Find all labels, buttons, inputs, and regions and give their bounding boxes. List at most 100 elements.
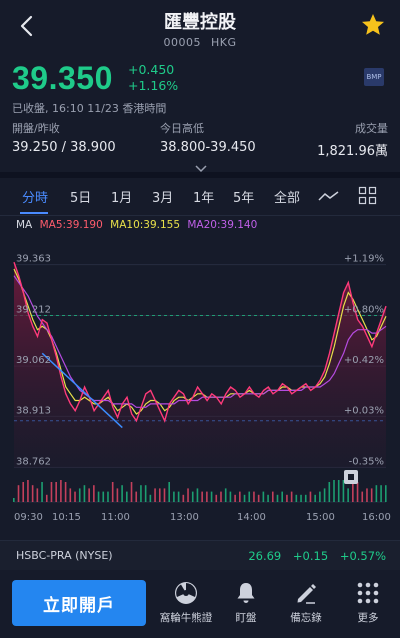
market-status: 已收盤, 16:10 11/23 香港時間 xyxy=(12,102,167,115)
volume-bar xyxy=(224,488,227,502)
stat-label: 成交量 xyxy=(355,122,388,135)
volume-bar xyxy=(361,491,364,502)
ma20-value: MA20:39.140 xyxy=(187,219,258,231)
y-tick-left: 38.762 xyxy=(16,456,51,467)
tab-1m[interactable]: 1月 xyxy=(111,187,132,206)
ma5-value: MA5:39.190 xyxy=(39,219,103,231)
volume-bar xyxy=(304,494,307,502)
volume-bar xyxy=(173,491,175,502)
nav-label: 窩輪牛熊證 xyxy=(159,612,213,624)
y-tick-right: +0.03% xyxy=(344,405,384,416)
volume-bar xyxy=(158,488,161,502)
y-tick-left: 38.913 xyxy=(16,405,51,416)
volume-bar xyxy=(55,482,57,502)
volume-bar xyxy=(107,491,109,502)
tab-5d[interactable]: 5日 xyxy=(70,187,91,206)
line-chart-icon[interactable] xyxy=(318,186,340,206)
volume-bar xyxy=(328,482,331,502)
volume-bar xyxy=(243,494,246,502)
related-ticker[interactable]: HSBC-PRA (NYSE) 26.69 +0.15 +0.57% xyxy=(0,540,400,570)
stat-value: 39.250 / 38.900 xyxy=(12,140,116,155)
chevron-down-icon[interactable] xyxy=(195,158,207,173)
volume-bar xyxy=(149,494,152,502)
stat-label: 開盤/昨收 xyxy=(12,122,60,135)
volume-bar xyxy=(83,485,86,502)
nav-watch[interactable]: 盯盤 xyxy=(216,580,276,625)
volume-bar xyxy=(323,488,326,502)
bmp-badge[interactable]: BMP xyxy=(364,68,384,86)
volume-bar xyxy=(286,494,288,502)
top-bar: 匯豐控股 00005 HKG xyxy=(0,0,400,56)
volume-bar xyxy=(111,482,114,502)
volume-bar xyxy=(375,485,378,502)
stat-label: 今日高低 xyxy=(160,122,204,135)
volume-bar xyxy=(347,488,349,502)
volume-bar xyxy=(126,491,128,502)
x-tick: 11:00 xyxy=(101,512,130,523)
y-tick-left: 39.212 xyxy=(16,305,51,316)
warrant-icon xyxy=(175,582,197,604)
volume-bar xyxy=(319,491,321,502)
nav-more[interactable]: 更多 xyxy=(338,580,398,625)
volume-bar xyxy=(144,485,147,502)
open-account-button[interactable]: 立即開戶 xyxy=(12,580,146,626)
grid-icon[interactable] xyxy=(358,186,380,206)
stat-value: 38.800-39.450 xyxy=(160,140,256,155)
tab-1y[interactable]: 1年 xyxy=(193,187,214,206)
volume-bar xyxy=(220,491,222,502)
y-tick-right: +1.19% xyxy=(344,254,384,265)
intraday-chart[interactable]: 39.363 +1.19% 39.212 +0.80% 39.062 +0.42% 38.9… xyxy=(0,236,400,528)
tab-intraday[interactable]: 分時 xyxy=(22,187,48,206)
volume-bar xyxy=(64,482,67,502)
volume-bar xyxy=(27,480,29,502)
volume-bar xyxy=(276,494,279,502)
volume-bar xyxy=(370,488,373,502)
volume-bar xyxy=(163,488,166,502)
y-tick-left: 39.062 xyxy=(16,355,51,366)
volume-bar xyxy=(290,491,293,502)
volume-bar xyxy=(262,491,265,502)
volume-bar xyxy=(41,482,43,502)
volume-bar xyxy=(215,494,218,502)
volume-bar xyxy=(281,491,284,502)
nav-label: 盯盤 xyxy=(235,612,257,624)
stock-market: HKG xyxy=(210,36,237,49)
volume-bar xyxy=(69,488,72,502)
page-title: 匯豐控股 xyxy=(164,12,236,33)
tab-all[interactable]: 全部 xyxy=(274,187,300,206)
ticker-name: HSBC-PRA (NYSE) xyxy=(16,549,113,562)
y-tick-right: -0.35% xyxy=(349,456,384,467)
volume-bar xyxy=(97,491,100,502)
volume-bar xyxy=(337,480,340,502)
last-price: 39.350 xyxy=(12,60,113,96)
volume-bar xyxy=(229,491,232,502)
x-tick: 15:00 xyxy=(306,512,335,523)
expand-volume-icon-inner xyxy=(348,474,354,480)
nav-memo[interactable]: 備忘錄 xyxy=(276,580,336,625)
change-value: +0.450 xyxy=(128,62,175,77)
nav-warrants[interactable]: 窩輪牛熊證 xyxy=(156,580,216,625)
ticker-price: 26.69 xyxy=(248,549,282,563)
volume-bar xyxy=(248,491,251,502)
volume-bar xyxy=(74,491,76,502)
ticker-change-pct: +0.57% xyxy=(339,549,386,563)
volume-bar xyxy=(300,494,302,502)
volume-bar xyxy=(253,491,255,502)
volume-bar xyxy=(191,491,194,502)
price-area xyxy=(14,262,386,468)
ma-legend: MA MA5:39.190 MA10:39.155 MA20:39.140 xyxy=(16,219,261,231)
y-tick-left: 39.363 xyxy=(16,254,51,265)
grid-dots-icon xyxy=(357,582,379,604)
tab-3m[interactable]: 3月 xyxy=(152,187,173,206)
star-icon[interactable] xyxy=(360,12,386,38)
volume-bar xyxy=(271,491,274,502)
volume-bar xyxy=(60,480,62,502)
tab-5y[interactable]: 5年 xyxy=(233,187,254,206)
stat-open-prev: 開盤/昨收 39.250 / 38.900 xyxy=(12,120,116,155)
volume-bar xyxy=(206,491,208,502)
volume-bar xyxy=(257,494,260,502)
volume-bar xyxy=(93,485,95,502)
volume-bar xyxy=(380,485,382,502)
volume-bar xyxy=(31,485,34,502)
ma-label: MA xyxy=(16,219,33,231)
